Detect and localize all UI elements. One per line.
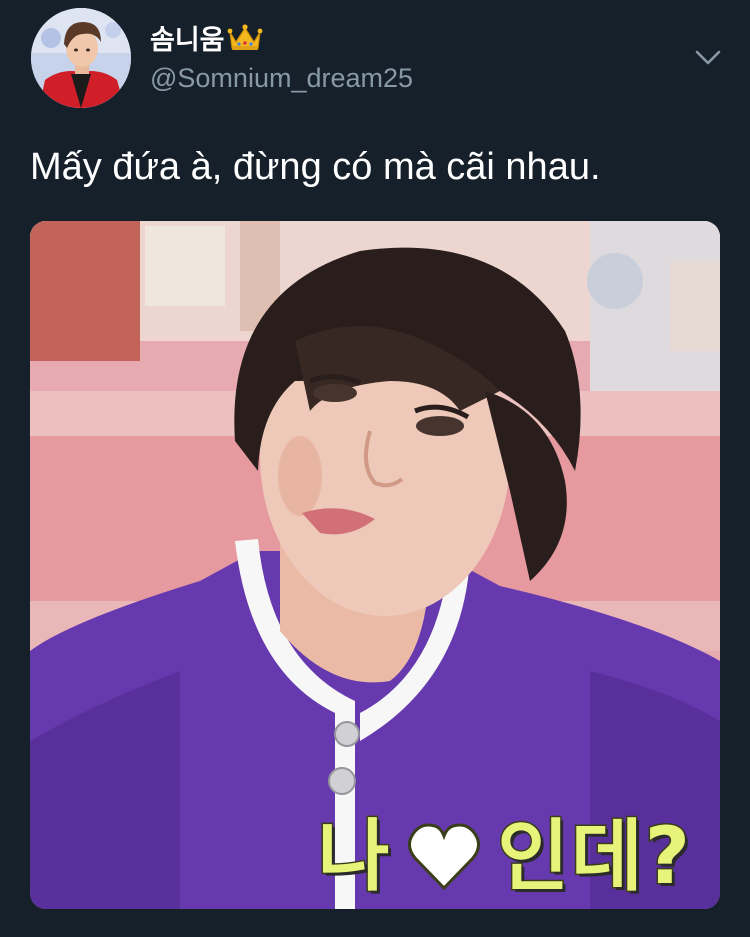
chevron-down-icon[interactable] [693, 46, 723, 70]
user-handle[interactable]: @Somnium_dream25 [150, 61, 413, 95]
heart-icon [407, 822, 481, 892]
media-caption: 나 인데? [30, 811, 720, 904]
avatar[interactable] [31, 8, 131, 108]
crown-emoji-icon [227, 22, 263, 60]
tweet-text: Mấy đứa à, đừng có mà cãi nhau. [30, 146, 601, 188]
caption-text-left: 나 [316, 811, 392, 904]
display-name[interactable]: 솜니움 [150, 22, 263, 60]
display-name-text: 솜니움 [150, 25, 225, 55]
caption-text-right: 인데? [496, 811, 692, 904]
tweet-card: 솜니움 @Somnium_dream25 Mấy đứa à, đừng có … [0, 0, 750, 937]
media-photo [30, 221, 720, 909]
tweet-media-image[interactable]: 나 인데? [30, 221, 720, 909]
avatar-image [31, 8, 131, 108]
